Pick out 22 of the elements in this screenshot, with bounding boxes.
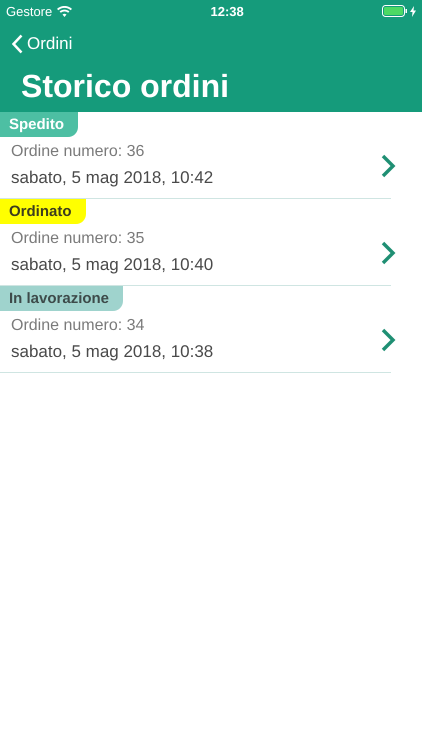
order-date: sabato, 5 mag 2018, 10:40	[11, 255, 214, 275]
order-row[interactable]: Ordine numero: 36 sabato, 5 mag 2018, 10:42	[0, 137, 422, 198]
order-number: Ordine numero: 35	[11, 230, 146, 248]
order-row[interactable]: Ordine numero: 35 sabato, 5 mag 2018, 10:40	[0, 224, 422, 285]
status-tag: Ordinato	[0, 199, 86, 224]
order-number: Ordine numero: 34	[11, 317, 146, 335]
back-button[interactable]: Ordini	[0, 28, 84, 60]
order-number: Ordine numero: 36	[11, 143, 146, 161]
clock-time: 12:38	[210, 4, 244, 18]
wifi-icon	[57, 6, 72, 16]
back-chevron-icon	[12, 34, 23, 54]
page-title: Storico ordini	[21, 67, 230, 106]
status-tag: Spedito	[0, 112, 78, 137]
battery-icon	[382, 5, 408, 17]
order-date: sabato, 5 mag 2018, 10:42	[11, 168, 214, 188]
carrier-name: Gestore	[6, 4, 52, 18]
order-row[interactable]: Ordine numero: 34 sabato, 5 mag 2018, 10:38	[0, 311, 422, 372]
status-tag: In lavorazione	[0, 286, 124, 311]
chevron-icon	[380, 240, 396, 266]
chevron-icon	[380, 326, 396, 352]
chevron-icon	[380, 152, 396, 178]
order-date: sabato, 5 mag 2018, 10:38	[11, 342, 214, 362]
